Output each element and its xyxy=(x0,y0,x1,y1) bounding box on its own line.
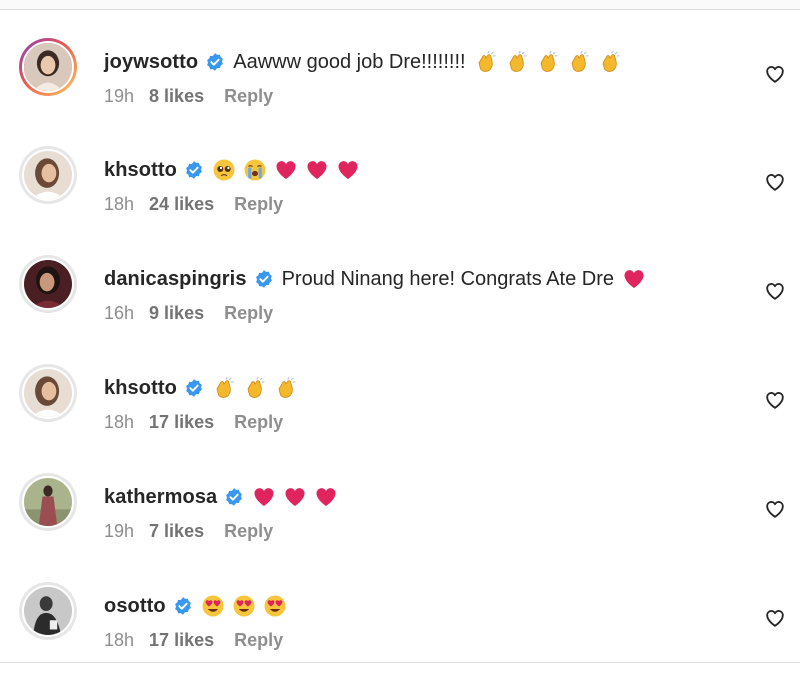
clap-emoji-icon xyxy=(536,50,560,74)
comment-time[interactable]: 18h xyxy=(104,630,134,651)
woman-portrait-icon xyxy=(24,43,72,91)
reply-button[interactable]: Reply xyxy=(234,630,283,651)
avatar[interactable] xyxy=(22,41,74,93)
clap-emoji-icon xyxy=(505,50,529,74)
comment-username[interactable]: joywsotto xyxy=(104,51,198,74)
like-heart-icon[interactable] xyxy=(764,607,786,629)
verified-badge-icon xyxy=(224,487,244,507)
comment-likes[interactable]: 24 likes xyxy=(149,194,214,215)
comment-username[interactable]: khsotto xyxy=(104,159,177,182)
heart-eyes-emoji-icon xyxy=(263,594,287,618)
comment-likes[interactable]: 17 likes xyxy=(149,412,214,433)
comment-time[interactable]: 16h xyxy=(104,303,134,324)
comment-item: kathermosa 19h 7 likes Reply xyxy=(0,473,800,573)
verified-badge-icon xyxy=(254,269,274,289)
comment-item: osotto 18h 17 likes Reply xyxy=(0,582,800,682)
comment-item: joywsotto Aawww good job Dre!!!!!!!! 19h… xyxy=(0,38,800,138)
crying-face-emoji-icon xyxy=(243,158,267,182)
avatar-frame[interactable] xyxy=(19,473,77,531)
comment-emojis xyxy=(622,267,653,291)
woman-portrait-icon xyxy=(24,151,72,199)
comment-likes[interactable]: 9 likes xyxy=(149,303,204,324)
comment-likes[interactable]: 8 likes xyxy=(149,86,204,107)
clap-emoji-icon xyxy=(474,50,498,74)
comment-username[interactable]: kathermosa xyxy=(104,486,217,509)
clap-emoji-icon xyxy=(567,50,591,74)
heart-eyes-emoji-icon xyxy=(232,594,256,618)
avatar[interactable] xyxy=(22,149,74,201)
woman-portrait-dark-icon xyxy=(24,260,72,308)
top-divider xyxy=(0,0,800,10)
avatar[interactable] xyxy=(22,585,74,637)
comment-emojis xyxy=(212,376,305,400)
comment-item: khsotto 18h 24 likes Reply xyxy=(0,146,800,246)
heart-eyes-emoji-icon xyxy=(201,594,225,618)
avatar[interactable] xyxy=(22,476,74,528)
comment-likes[interactable]: 17 likes xyxy=(149,630,214,651)
like-heart-icon[interactable] xyxy=(764,171,786,193)
verified-badge-icon xyxy=(205,52,225,72)
avatar[interactable] xyxy=(22,367,74,419)
man-bw-icon xyxy=(24,587,72,635)
avatar-frame[interactable] xyxy=(19,255,77,313)
reply-button[interactable]: Reply xyxy=(234,412,283,433)
like-heart-icon[interactable] xyxy=(764,498,786,520)
comment-emojis xyxy=(212,158,367,182)
comment-time[interactable]: 18h xyxy=(104,412,134,433)
verified-badge-icon xyxy=(173,596,193,616)
reply-button[interactable]: Reply xyxy=(224,86,273,107)
red-heart-emoji-icon xyxy=(314,485,338,509)
avatar-frame[interactable] xyxy=(19,364,77,422)
red-heart-emoji-icon xyxy=(336,158,360,182)
comment-username[interactable]: khsotto xyxy=(104,377,177,400)
woman-portrait-icon xyxy=(24,369,72,417)
red-heart-emoji-icon xyxy=(622,267,646,291)
red-heart-emoji-icon xyxy=(252,485,276,509)
reply-button[interactable]: Reply xyxy=(224,303,273,324)
comment-item: danicaspingris Proud Ninang here! Congra… xyxy=(0,255,800,355)
comment-emojis xyxy=(201,594,294,618)
like-heart-icon[interactable] xyxy=(764,63,786,85)
comment-likes[interactable]: 7 likes xyxy=(149,521,204,542)
comment-emojis xyxy=(474,50,629,74)
comment-time[interactable]: 19h xyxy=(104,521,134,542)
like-heart-icon[interactable] xyxy=(764,280,786,302)
like-heart-icon[interactable] xyxy=(764,389,786,411)
avatar[interactable] xyxy=(22,258,74,310)
clap-emoji-icon xyxy=(243,376,267,400)
comment-text: Aawww good job Dre!!!!!!!! xyxy=(233,50,466,73)
avatar-frame[interactable] xyxy=(19,146,77,204)
woman-outdoor-icon xyxy=(24,478,72,526)
comment-time[interactable]: 19h xyxy=(104,86,134,107)
comment-item: khsotto 18h 17 likes Reply xyxy=(0,364,800,464)
reply-button[interactable]: Reply xyxy=(224,521,273,542)
red-heart-emoji-icon xyxy=(305,158,329,182)
comment-emojis xyxy=(252,485,345,509)
comment-time[interactable]: 18h xyxy=(104,194,134,215)
pleading-face-emoji-icon xyxy=(212,158,236,182)
clap-emoji-icon xyxy=(212,376,236,400)
comment-username[interactable]: danicaspingris xyxy=(104,268,247,291)
reply-button[interactable]: Reply xyxy=(234,194,283,215)
comment-text: Proud Ninang here! Congrats Ate Dre xyxy=(281,267,614,290)
avatar-frame[interactable] xyxy=(19,582,77,640)
verified-badge-icon xyxy=(184,160,204,180)
clap-emoji-icon xyxy=(274,376,298,400)
avatar-story-ring[interactable] xyxy=(19,38,77,96)
clap-emoji-icon xyxy=(598,50,622,74)
red-heart-emoji-icon xyxy=(274,158,298,182)
red-heart-emoji-icon xyxy=(283,485,307,509)
bottom-divider xyxy=(0,662,800,663)
comment-username[interactable]: osotto xyxy=(104,595,166,618)
verified-badge-icon xyxy=(184,378,204,398)
